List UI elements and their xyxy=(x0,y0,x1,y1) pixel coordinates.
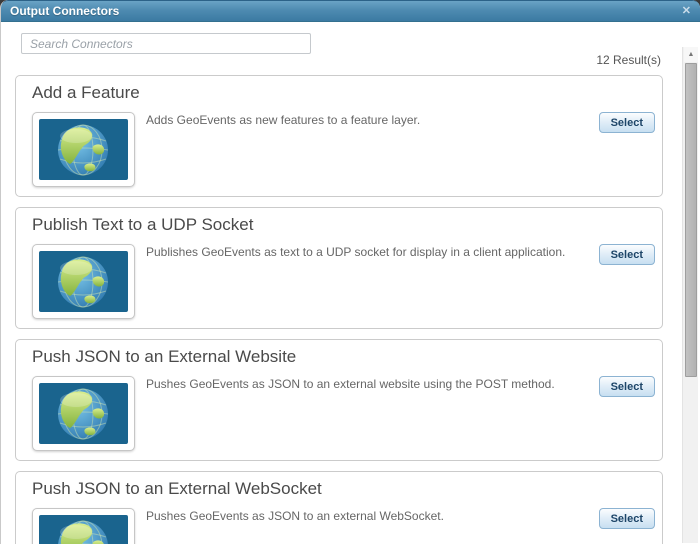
connector-thumbnail xyxy=(32,376,135,451)
connector-card: Push JSON to an External WebSocket Pushe… xyxy=(15,471,663,544)
select-button[interactable]: Select xyxy=(598,244,655,265)
close-icon[interactable]: ✕ xyxy=(682,5,691,17)
vertical-scrollbar[interactable]: ▲ xyxy=(682,47,698,543)
scrollbar-up-arrow-icon[interactable]: ▲ xyxy=(684,47,698,62)
connector-thumbnail xyxy=(32,244,135,319)
connector-title: Add a Feature xyxy=(32,83,140,102)
select-button[interactable]: Select xyxy=(598,508,655,529)
connector-thumbnail xyxy=(32,508,135,544)
globe-icon xyxy=(39,251,128,312)
connector-thumbnail xyxy=(32,112,135,187)
connector-card: Push JSON to an External Website Pushes … xyxy=(15,339,663,461)
select-button[interactable]: Select xyxy=(598,376,655,397)
connector-description: Pushes GeoEvents as JSON to an external … xyxy=(146,377,555,391)
scrollbar-thumb[interactable] xyxy=(685,63,697,377)
connector-title: Publish Text to a UDP Socket xyxy=(32,215,254,234)
output-connectors-dialog: Output Connectors ✕ 12 Result(s) Add a F… xyxy=(0,0,700,544)
results-count: 12 Result(s) xyxy=(596,53,661,67)
dialog-titlebar: Output Connectors ✕ xyxy=(1,0,700,22)
globe-icon xyxy=(39,383,128,444)
select-button[interactable]: Select xyxy=(598,112,655,133)
globe-icon xyxy=(39,515,128,544)
search-input[interactable] xyxy=(21,33,311,54)
connector-description: Publishes GeoEvents as text to a UDP soc… xyxy=(146,245,566,259)
connector-description: Adds GeoEvents as new features to a feat… xyxy=(146,113,421,127)
connector-card: Add a Feature Adds GeoEvents as new feat… xyxy=(15,75,663,197)
globe-icon xyxy=(39,119,128,180)
dialog-content: 12 Result(s) Add a Feature xyxy=(1,22,700,544)
connector-title: Push JSON to an External Website xyxy=(32,347,297,366)
connector-title: Push JSON to an External WebSocket xyxy=(32,479,322,498)
dialog-title: Output Connectors xyxy=(10,4,120,18)
connector-description: Pushes GeoEvents as JSON to an external … xyxy=(146,509,444,523)
connector-card: Publish Text to a UDP Socket Publishes G… xyxy=(15,207,663,329)
connector-list: Add a Feature Adds GeoEvents as new feat… xyxy=(15,75,663,544)
